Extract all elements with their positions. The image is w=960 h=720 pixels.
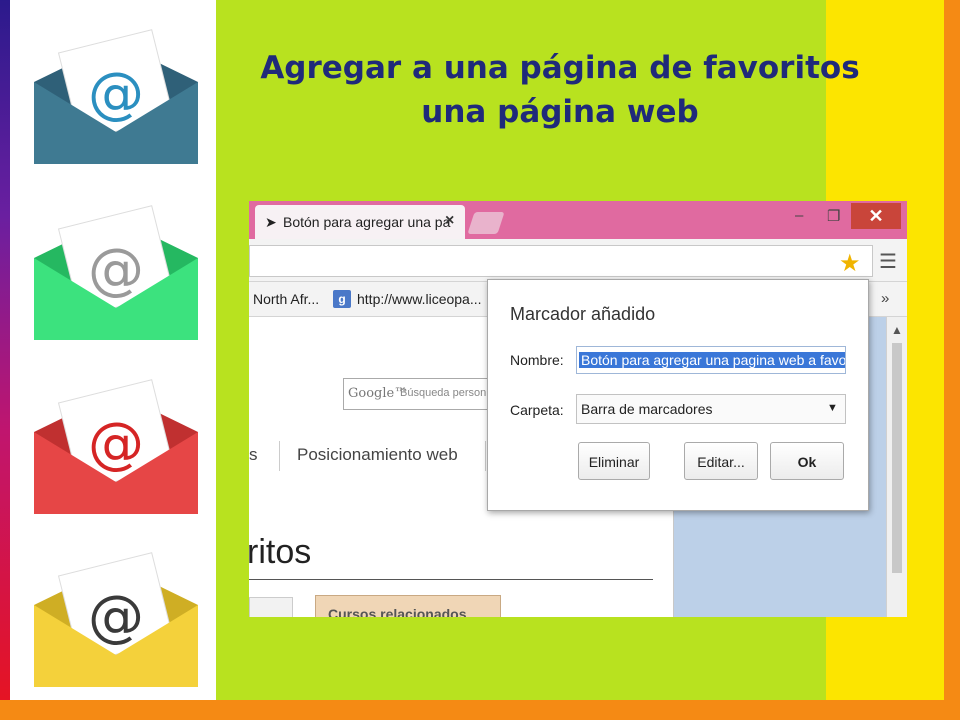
toolbar: ★ ☰ [249,239,907,282]
bottom-orange-bar [0,700,960,720]
folder-select[interactable]: Barra de marcadores ▼ [576,394,846,424]
restore-icon[interactable]: ❐ [827,207,840,225]
minimize-icon[interactable]: – [795,207,803,224]
svg-text:@: @ [88,411,144,476]
envelope-at-icon: @ [28,372,204,522]
tab-title: Botón para agregar una pa [283,214,451,230]
page-input-box[interactable] [249,597,293,617]
remove-button[interactable]: Eliminar [578,442,650,480]
name-label: Nombre: [510,352,564,368]
left-color-stripe [0,0,10,720]
right-orange-band [944,0,960,700]
bookmark-item[interactable]: http://www.liceopa... [357,291,482,307]
name-input[interactable]: Botón para agregar una pagina web a favo… [576,346,846,374]
folder-select-value: Barra de marcadores [581,401,713,417]
svg-text:@: @ [88,584,144,649]
browser-screenshot: ➤ Botón para agregar una pa × – ❐ ✕ ★ ☰ … [249,201,907,617]
browser-tab[interactable]: ➤ Botón para agregar una pa × [255,205,465,239]
cursor-icon: ➤ [265,214,277,230]
menu-icon[interactable]: ☰ [879,249,897,274]
google-favicon-icon: g [333,290,351,308]
dialog-title: Marcador añadido [510,304,656,324]
more-bookmarks-icon[interactable]: » [881,290,889,307]
page-heading: ritos [249,533,312,571]
bookmark-item[interactable]: North Afr... [253,291,319,307]
ok-button[interactable]: Ok [770,442,844,480]
bookmark-star-icon[interactable]: ★ [839,249,861,278]
chevron-down-icon: ▼ [827,402,838,414]
name-input-value: Botón para agregar una pagina web a favo… [579,352,845,368]
envelope-at-icon: @ [28,545,204,695]
scrollbar[interactable]: ▲ [886,317,907,617]
address-bar[interactable] [249,245,873,277]
envelope-at-icon: @ [28,198,204,348]
slide-title-line-1: Agregar a una página de favoritos [260,50,860,86]
nav-divider [485,441,486,471]
nav-item-partial[interactable]: s [249,445,258,465]
slide-title: Agregar a una página de favoritos una pá… [250,46,870,134]
nav-divider [279,441,280,471]
nav-item-posicionamiento[interactable]: Posicionamiento web [297,445,458,465]
scroll-up-icon[interactable]: ▲ [891,323,903,337]
related-courses-button[interactable]: Cursos relacionados [315,595,501,617]
google-search-input[interactable]: Google™ Búsqueda person [343,378,495,410]
bookmark-added-dialog: Marcador añadido Nombre: Botón para agre… [487,279,869,511]
svg-text:@: @ [88,61,144,126]
edit-button[interactable]: Editar... [684,442,758,480]
tab-close-icon[interactable]: × [445,212,454,230]
slide-title-line-2: una página web [421,94,699,130]
google-logo: Google™ [348,386,408,401]
svg-text:@: @ [88,237,144,302]
envelope-at-icon: @ [28,22,204,172]
search-placeholder: Búsqueda person [400,387,487,399]
new-tab-button[interactable] [467,212,505,234]
tab-bar: ➤ Botón para agregar una pa × – ❐ ✕ [249,201,907,239]
heading-divider [249,579,653,580]
folder-label: Carpeta: [510,402,564,418]
close-window-button[interactable]: ✕ [851,203,901,229]
scroll-thumb[interactable] [892,343,902,573]
